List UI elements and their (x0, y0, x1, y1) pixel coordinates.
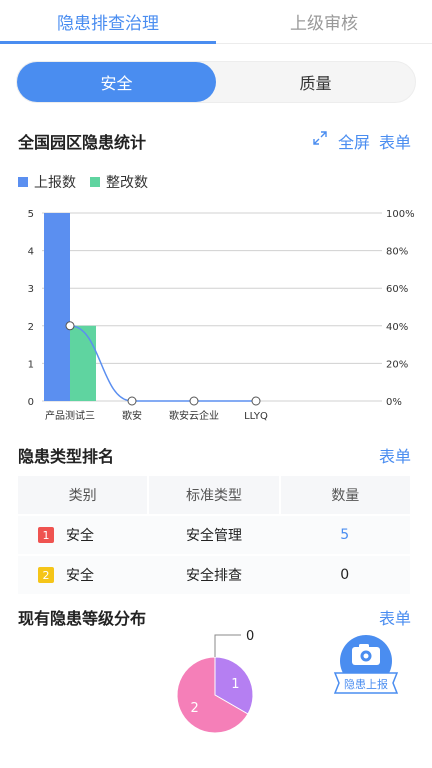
y-right-tick: 80% (386, 247, 408, 258)
segment-quality[interactable]: 质量 (216, 62, 415, 102)
pie-slice-label: 0 (246, 630, 254, 644)
segment-safety[interactable]: 安全 (17, 62, 216, 102)
x-tick-label: LLYQ (244, 411, 268, 422)
table-row[interactable]: 1 安全 安全管理 5 (18, 516, 410, 554)
distribution-table-button[interactable]: 表单 (379, 605, 411, 629)
fullscreen-control[interactable] (313, 131, 327, 145)
report-button-label: 隐患上报 (344, 677, 388, 691)
ranking-table: 类别 标准类型 数量 1 安全 安全管理 5 2 安全 安全排查 0 (18, 476, 410, 594)
legend-label-rectified: 整改数 (106, 175, 148, 191)
row-category-cell: 2 安全 (18, 556, 149, 594)
rate-point (65, 321, 75, 331)
y-right-tick: 60% (386, 284, 408, 295)
rate-point (189, 396, 199, 406)
table-row[interactable]: 2 安全 安全排查 0 (18, 556, 410, 594)
y-right-tick: 0% (386, 397, 402, 408)
pie-slice-label: 2 (190, 701, 198, 716)
rank-badge: 2 (38, 567, 54, 583)
x-tick-label: 歌安 (122, 409, 142, 422)
row-category: 安全 (66, 528, 94, 544)
legend-item-reported: 上报数 (18, 172, 76, 192)
chart-legend: 上报数 整改数 (18, 172, 162, 192)
y-left-tick: 1 (28, 359, 34, 370)
rank-badge: 1 (38, 527, 54, 543)
y-left-tick: 3 (28, 284, 34, 295)
ranking-title: 隐患类型排名 (18, 447, 115, 466)
pie-slice-label: 1 (231, 677, 239, 692)
hazard-report-button[interactable]: 隐患上报 (331, 635, 401, 695)
y-right-tick: 100% (386, 209, 415, 220)
distribution-title: 现有隐患等级分布 (18, 609, 147, 628)
category-segment-control: 安全 质量 (16, 61, 416, 103)
ranking-table-button[interactable]: 表单 (379, 443, 411, 467)
stats-title: 全国园区隐患统计 (18, 133, 147, 152)
row-category-cell: 1 安全 (18, 516, 149, 554)
rate-point (127, 396, 137, 406)
stats-table-button[interactable]: 表单 (379, 129, 411, 153)
y-right-tick: 20% (386, 359, 408, 370)
fullscreen-button[interactable]: 全屏 (338, 129, 370, 153)
expand-icon[interactable] (313, 131, 327, 145)
tab-hazard-inspection[interactable]: 隐患排查治理 (0, 0, 216, 44)
legend-item-rectified: 整改数 (90, 172, 148, 192)
bar-rectified (70, 325, 96, 401)
table-header: 类别 标准类型 数量 (18, 476, 410, 514)
row-type: 安全排查 (186, 568, 242, 584)
rate-point (251, 396, 261, 406)
top-tab-bar: 隐患排查治理 上级审核 (0, 0, 432, 44)
y-left-tick: 5 (28, 209, 34, 220)
row-category: 安全 (66, 568, 94, 584)
row-type: 安全管理 (186, 528, 242, 544)
y-left-tick: 0 (28, 397, 34, 408)
legend-swatch-reported (18, 177, 28, 187)
pie-leader-line (214, 634, 241, 657)
legend-swatch-rectified (90, 177, 100, 187)
x-tick-label: 歌安云企业 (169, 409, 219, 422)
bar-reported (44, 213, 70, 401)
header-standard-type: 标准类型 (149, 476, 281, 514)
y-left-tick: 2 (28, 322, 34, 333)
y-left-tick: 4 (28, 247, 34, 258)
camera-icon (352, 644, 380, 665)
header-category: 类别 (18, 476, 150, 514)
x-tick-label: 产品测试三 (45, 409, 95, 422)
header-count: 数量 (331, 488, 360, 504)
tab-superior-review[interactable]: 上级审核 (216, 0, 432, 43)
hazard-stats-chart: 0 0% 1 20% 2 40% 3 60% 4 80% 5 100% 产品测试三 歌安 歌安云企业 LLYQ (28, 209, 415, 422)
row-count[interactable]: 5 (279, 516, 410, 554)
level-distribution-pie: 1 2 0 (176, 630, 254, 734)
y-right-tick: 40% (386, 322, 408, 333)
legend-label-reported: 上报数 (34, 175, 76, 191)
row-count: 0 (340, 567, 350, 583)
